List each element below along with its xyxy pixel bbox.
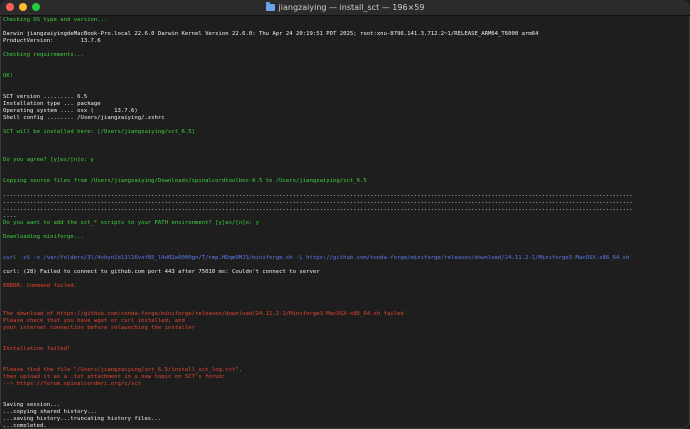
title-bar: jiangzaiying — install_sct — 196×59	[0, 0, 690, 16]
terminal-line: The download of https://github.com/conda…	[3, 311, 687, 318]
terminal-line-text: Please check that you have wget or curl …	[3, 318, 185, 324]
terminal-line: your internet connection before relaunch…	[3, 325, 687, 332]
terminal-line: ........................................…	[3, 206, 687, 213]
terminal-line-text: SCT will be installed here: [/Users/jian…	[3, 129, 195, 135]
terminal-line: OK!	[3, 73, 687, 80]
terminal-line: ...saving history...truncating history f…	[3, 416, 687, 423]
terminal-line-text: ........................................…	[3, 199, 633, 205]
terminal-line: Checking OS type and version...	[3, 17, 687, 24]
folder-icon	[265, 2, 275, 11]
terminal-line: Saving session...	[3, 402, 687, 409]
terminal-line-text: ...completed.	[3, 423, 47, 427]
terminal-line-text: Installation failed!	[3, 346, 71, 352]
terminal-line-text: ERROR: Command failed.	[3, 283, 78, 289]
terminal-line-text: curl: (28) Failed to connect to github.c…	[3, 269, 320, 275]
terminal-window: jiangzaiying — install_sct — 196×59 Chec…	[0, 0, 690, 429]
terminal-line: Do you agree? [y]es/[n]o: y	[3, 157, 687, 164]
terminal-line-text: Do you want to add the sct_* scripts to …	[3, 220, 259, 226]
terminal-line: Checking requirements...	[3, 52, 687, 59]
scrollbar[interactable]	[685, 18, 688, 426]
terminal-line-text: ProductVersion: 13.7.6	[3, 38, 101, 44]
terminal-line-text: then upload it as a .txt attachment in a…	[3, 374, 226, 380]
terminal-line-text: ...copying shared history...	[3, 409, 98, 415]
terminal-line-text: ........................................…	[3, 192, 633, 198]
terminal-line: Copying source files from /Users/jiangza…	[3, 178, 687, 185]
terminal-line: ........................................…	[3, 199, 687, 206]
terminal-line-text: Checking OS type and version...	[3, 17, 108, 23]
terminal-line-text: ........................................…	[3, 206, 633, 212]
terminal-line-text: ...saving history...truncating history f…	[3, 416, 162, 422]
terminal-line-text: Installation type ... package	[3, 101, 101, 107]
terminal-line-text: The download of https://github.com/conda…	[3, 311, 404, 317]
terminal-line-text: SCT version ......... 6.5	[3, 94, 88, 100]
window-title: jiangzaiying — install_sct — 196×59	[278, 3, 425, 12]
terminal-line: ERROR: Command failed.	[3, 283, 687, 290]
terminal-line-text: Darwin jiangzaiyingdeMacBook-Pro.local 2…	[3, 31, 539, 37]
terminal-line: Installation failed!	[3, 346, 687, 353]
terminal-line-text: ....	[3, 213, 17, 219]
terminal-line: SCT will be installed here: [/Users/jian…	[3, 129, 687, 136]
terminal-line-text: Please find the file "/Users/jiangzaiyin…	[3, 367, 243, 373]
terminal-line: curl: (28) Failed to connect to github.c…	[3, 269, 687, 276]
terminal-line-text: your internet connection before relaunch…	[3, 325, 195, 331]
terminal-line: Darwin jiangzaiyingdeMacBook-Pro.local 2…	[3, 31, 687, 38]
terminal-line: ........................................…	[3, 192, 687, 199]
terminal-line: Please check that you have wget or curl …	[3, 318, 687, 325]
terminal-line: ProductVersion: 13.7.6	[3, 38, 687, 45]
terminal-line: Operating system .... osx ( 13.7.6)	[3, 108, 687, 115]
terminal-line-text: --> https://forum.spinalcordmri.org/c/sc…	[3, 381, 142, 387]
terminal-line: Shell config ........ /Users/jiangzaiyin…	[3, 115, 687, 122]
terminal-line: then upload it as a .txt attachment in a…	[3, 374, 687, 381]
terminal-line-text: Checking requirements...	[3, 52, 84, 58]
terminal-line: Please find the file "/Users/jiangzaiyin…	[3, 367, 687, 374]
terminal-line-text: curl -sS -o /var/folders/3l/4vhynlb13l16…	[3, 255, 630, 261]
terminal-line-text: Shell config ........ /Users/jiangzaiyin…	[3, 115, 165, 121]
terminal-output[interactable]: Checking OS type and version... Darwin ji…	[3, 17, 687, 427]
terminal-line-text: Do you agree? [y]es/[n]o: y	[3, 157, 94, 163]
terminal-line: SCT version ......... 6.5	[3, 94, 687, 101]
terminal-line: curl -sS -o /var/folders/3l/4vhynlb13l16…	[3, 255, 687, 262]
window-title-area: jiangzaiying — install_sct — 196×59	[0, 0, 690, 15]
terminal-line-text: Copying source files from /Users/jiangza…	[3, 178, 367, 184]
terminal-line: ...completed.	[3, 423, 687, 427]
terminal-line: ...copying shared history...	[3, 409, 687, 416]
terminal-line-text: Operating system .... osx ( 13.7.6)	[3, 108, 138, 114]
terminal-line: Downloading miniforge...	[3, 234, 687, 241]
terminal-line-text: OK!	[3, 73, 14, 79]
terminal-line: Do you want to add the sct_* scripts to …	[3, 220, 687, 227]
terminal-line-text: Downloading miniforge...	[3, 234, 84, 240]
terminal-line: Installation type ... package	[3, 101, 687, 108]
terminal-line-text: Saving session...	[3, 402, 61, 408]
terminal-line: ....	[3, 213, 687, 220]
terminal-line: --> https://forum.spinalcordmri.org/c/sc…	[3, 381, 687, 388]
